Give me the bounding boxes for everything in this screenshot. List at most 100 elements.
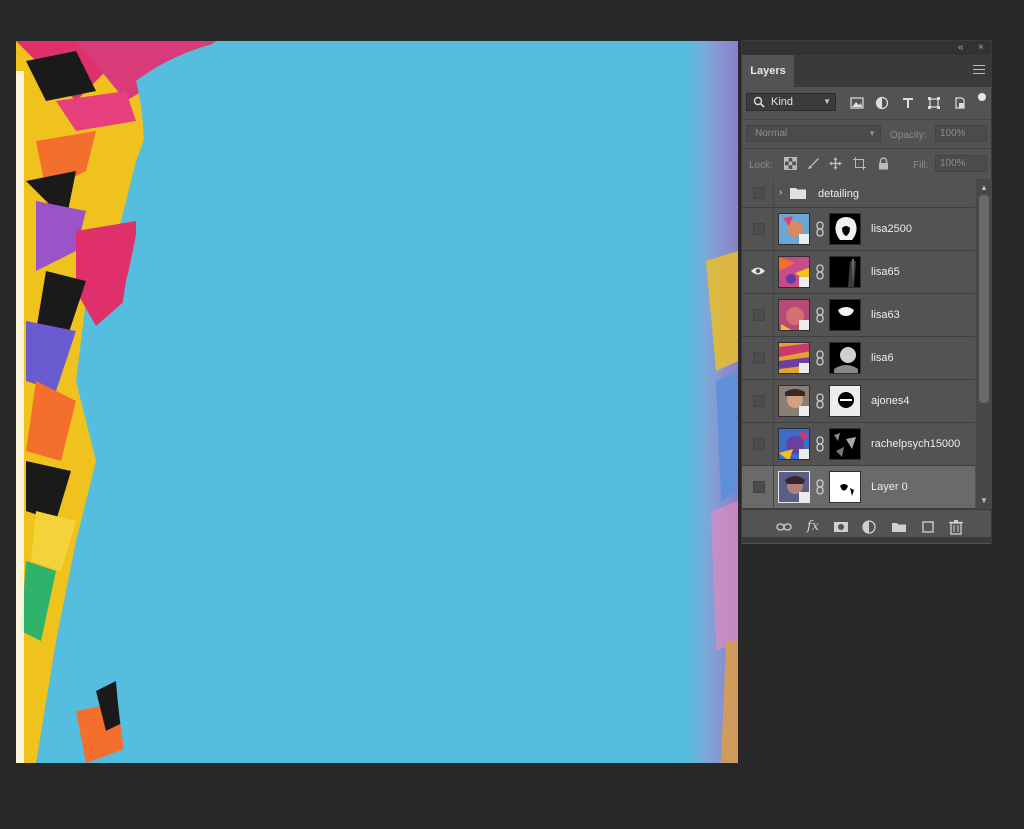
panel-tab-row: Layers [742,55,991,87]
shape-filter-icon[interactable] [927,96,941,110]
adjustment-layer-icon[interactable] [861,519,877,535]
smart-object-badge-icon [799,492,809,502]
opacity-field[interactable]: 100% [935,125,987,142]
lock-transparent-pixels-icon[interactable] [784,157,797,170]
layers-panel: « × Layers Kind ▼ Normal ▼ Opacity: 100%… [741,40,992,544]
smart-object-badge-icon [799,363,809,373]
opacity-value: 100% [940,128,966,139]
layer-thumbnail [778,471,810,503]
add-mask-icon[interactable] [833,519,849,535]
canvas-artwork [16,41,738,763]
scroll-thumb[interactable] [979,195,989,403]
adjustment-filter-icon[interactable] [875,96,889,110]
visibility-toggle[interactable] [742,466,774,508]
layer-name: rachelpsych15000 [871,438,961,450]
collapse-panel-icon[interactable]: « [958,41,964,55]
fill-value: 100% [940,158,966,169]
fill-label: Fill: [913,160,929,171]
layers-list: › detailing lisa2500 lisa65 lisa63 lisa6… [742,179,975,509]
link-chain-icon[interactable] [815,307,825,323]
blend-mode-select[interactable]: Normal ▼ [746,125,881,142]
smart-object-filter-icon[interactable] [953,96,967,110]
lock-artboard-icon[interactable] [853,157,866,170]
chevron-down-icon: ▼ [868,129,876,138]
link-chain-icon[interactable] [815,393,825,409]
link-chain-icon[interactable] [815,436,825,452]
layer-name: ajones4 [871,395,910,407]
layer-style-fx-icon[interactable]: fx [805,519,821,535]
link-chain-icon[interactable] [815,264,825,280]
layer-name: Layer 0 [871,481,908,493]
new-layer-icon[interactable] [920,519,936,535]
visibility-toggle[interactable] [742,294,774,336]
blend-row: Normal ▼ Opacity: 100% [742,119,991,148]
layer-thumbnail [778,256,810,288]
layer-row-layer-0[interactable]: Layer 0 [742,466,975,509]
layer-row-lisa65[interactable]: lisa65 [742,251,975,294]
image-filter-icon[interactable] [850,96,864,110]
visibility-toggle[interactable] [742,380,774,422]
lock-label: Lock: [749,160,773,171]
filter-kind-label: Kind [771,96,794,108]
layer-mask-thumbnail[interactable] [829,471,861,503]
smart-object-badge-icon [799,277,809,287]
lock-all-icon[interactable] [877,157,890,170]
layer-filter-row: Kind ▼ [742,87,991,117]
visibility-toggle[interactable] [742,423,774,465]
filter-toggle[interactable] [978,93,986,101]
layer-thumbnail [778,213,810,245]
link-layers-icon[interactable] [776,519,792,535]
lock-position-icon[interactable] [829,157,842,170]
layer-row-lisa2500[interactable]: lisa2500 [742,208,975,251]
tiger-art-right [676,41,738,763]
layer-name: lisa2500 [871,223,912,235]
smart-object-badge-icon [799,320,809,330]
layer-row-lisa63[interactable]: lisa63 [742,294,975,337]
visibility-toggle[interactable] [742,251,774,293]
eye-icon [751,267,765,275]
panel-title-bar: « × [742,41,991,55]
visibility-toggle[interactable] [742,179,774,207]
smart-object-badge-icon [799,234,809,244]
filter-kind-select[interactable]: Kind ▼ [746,93,836,111]
layer-mask-thumbnail[interactable] [829,299,861,331]
layer-mask-thumbnail[interactable] [829,385,861,417]
link-chain-icon[interactable] [815,479,825,495]
tab-layers[interactable]: Layers [742,55,794,87]
layer-name: lisa65 [871,266,900,278]
blend-mode-value: Normal [755,128,788,139]
type-filter-icon[interactable] [901,96,915,110]
fill-field[interactable]: 100% [935,155,987,172]
visibility-toggle[interactable] [742,337,774,379]
scroll-up-icon[interactable]: ▲ [980,183,988,192]
new-group-icon[interactable] [891,519,907,535]
link-chain-icon[interactable] [815,350,825,366]
lock-image-pixels-icon[interactable] [807,157,820,170]
opacity-label: Opacity: [890,130,927,141]
layer-row-ajones4[interactable]: ajones4 [742,380,975,423]
layer-mask-thumbnail[interactable] [829,342,861,374]
layers-scrollbar[interactable]: ▲ ▼ [976,179,992,509]
layer-row-rachelpsych15000[interactable]: rachelpsych15000 [742,423,975,466]
delete-layer-icon[interactable] [948,519,964,535]
panel-menu-icon[interactable] [973,65,985,75]
layer-name: lisa63 [871,309,900,321]
document-canvas[interactable] [16,41,738,763]
panel-bottom-strip [742,537,991,543]
layer-row-lisa6[interactable]: lisa6 [742,337,975,380]
layer-mask-thumbnail[interactable] [829,213,861,245]
visibility-toggle[interactable] [742,208,774,250]
close-panel-icon[interactable]: × [978,41,984,55]
chevron-down-icon: ▼ [823,97,831,106]
chevron-right-icon[interactable]: › [779,187,782,198]
scroll-down-icon[interactable]: ▼ [980,496,988,505]
smart-object-badge-icon [799,406,809,416]
link-chain-icon[interactable] [815,221,825,237]
layer-thumbnail [778,299,810,331]
folder-icon [790,188,806,199]
layer-thumbnail [778,428,810,460]
layer-mask-thumbnail[interactable] [829,256,861,288]
layer-name: lisa6 [871,352,894,364]
layer-row-detailing[interactable]: › detailing [742,179,975,208]
layer-mask-thumbnail[interactable] [829,428,861,460]
